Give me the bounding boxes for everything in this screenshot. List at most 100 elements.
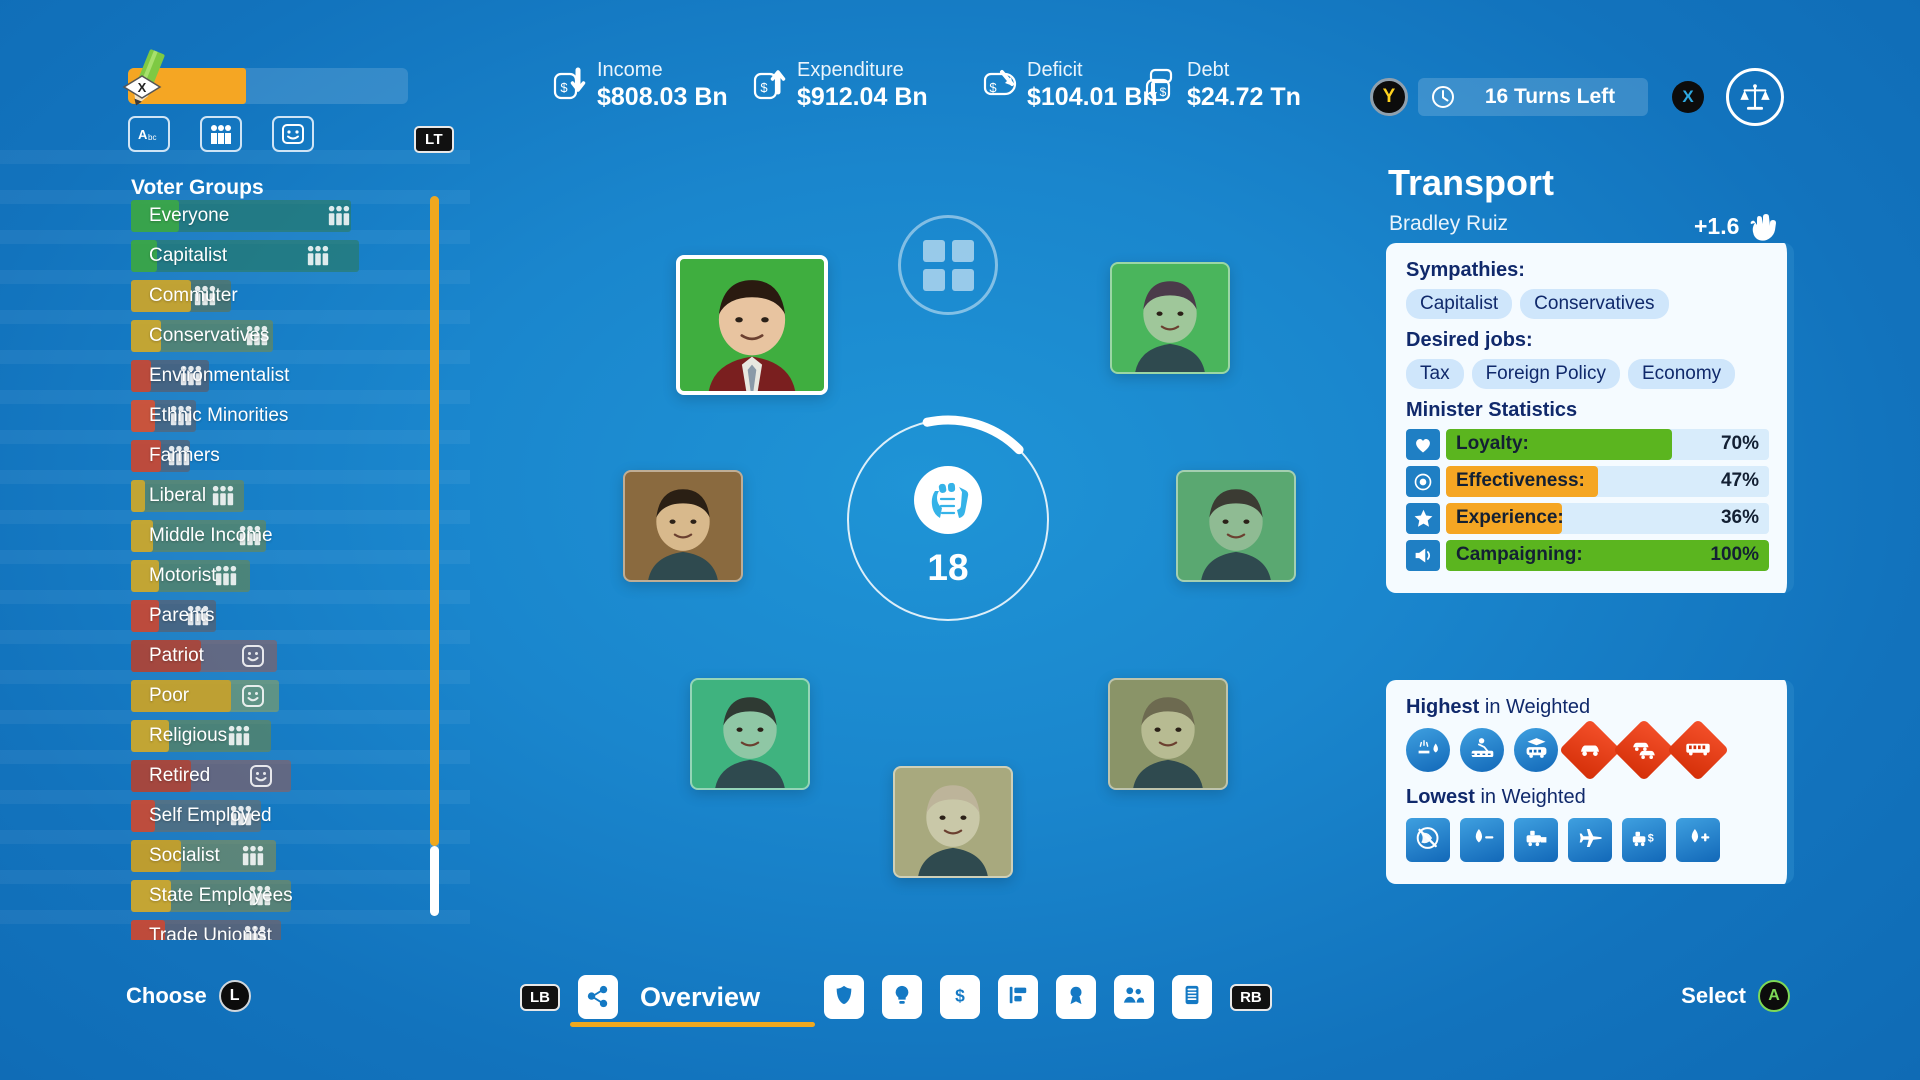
voter-group-label: Religious bbox=[149, 725, 228, 746]
scales-icon[interactable] bbox=[1726, 68, 1784, 126]
public-transport-icon[interactable] bbox=[1666, 718, 1730, 782]
voter-group-row[interactable]: Patriot bbox=[131, 640, 406, 672]
sympathies-label: Sympathies: bbox=[1406, 259, 1525, 281]
minister-portrait-5[interactable] bbox=[893, 766, 1013, 878]
voter-group-row[interactable]: Commuter bbox=[131, 280, 406, 312]
secondary-tabs[interactable]: $ bbox=[824, 975, 1213, 1019]
scrollbar-thumb[interactable] bbox=[430, 196, 439, 846]
voter-group-label: Patriot bbox=[149, 645, 204, 666]
minister-stat-label: Loyalty: bbox=[1456, 433, 1529, 454]
voter-group-row[interactable]: Trade Unionist bbox=[131, 920, 406, 940]
voter-groups-scrollbar[interactable] bbox=[430, 196, 439, 916]
grid-slot-icon bbox=[922, 239, 974, 291]
minister-stat-bar: Campaigning: 100% bbox=[1446, 540, 1769, 571]
train-cost-icon[interactable]: $ bbox=[1622, 818, 1666, 862]
people-icon bbox=[211, 484, 235, 508]
voter-group-label: Capitalist bbox=[149, 245, 228, 266]
rail-subsidy-icon[interactable] bbox=[1514, 818, 1558, 862]
tab-stats[interactable] bbox=[998, 975, 1039, 1019]
stat-deficit: $ Deficit $104.01 Bn bbox=[983, 60, 1158, 110]
voter-group-row[interactable]: Motorist bbox=[131, 560, 406, 592]
minister-stat-label: Experience: bbox=[1456, 507, 1564, 528]
road-building-icon[interactable] bbox=[1460, 728, 1504, 772]
stat-expenditure-label: Expenditure bbox=[797, 59, 904, 81]
voter-group-row[interactable]: Poor bbox=[131, 680, 406, 712]
tab-overview[interactable]: Overview bbox=[578, 975, 760, 1019]
svg-text:$: $ bbox=[955, 985, 965, 1005]
voter-groups-list[interactable]: Everyone Capitalist Commuter Conservatives E… bbox=[131, 200, 406, 940]
car-emissions-icon[interactable] bbox=[1406, 728, 1450, 772]
voter-group-row[interactable]: Retired bbox=[131, 760, 406, 792]
debt-icon: $ bbox=[1143, 66, 1177, 104]
stat-expenditure-value: $912.04 Bn bbox=[797, 83, 928, 111]
minister-stat-value: 100% bbox=[1710, 544, 1759, 565]
voter-group-row[interactable]: Conservatives bbox=[131, 320, 406, 352]
portrait-face bbox=[648, 489, 718, 580]
mood-button[interactable] bbox=[272, 116, 314, 152]
air-travel-icon-glyph bbox=[1577, 826, 1604, 855]
tab-elections[interactable] bbox=[1056, 975, 1097, 1019]
portrait-face bbox=[918, 785, 988, 876]
voter-group-row[interactable]: Everyone bbox=[131, 200, 406, 232]
voter-group-row[interactable]: Environmentalist bbox=[131, 360, 406, 392]
x-button[interactable]: X bbox=[1672, 81, 1704, 113]
voter-group-row[interactable]: Middle Income bbox=[131, 520, 406, 552]
minister-portrait-3[interactable] bbox=[1176, 470, 1296, 582]
deficit-icon: $ bbox=[983, 66, 1017, 104]
highest-in-weighted-label: Highest in Weighted bbox=[1406, 696, 1769, 719]
abc-button[interactable]: A bc bbox=[128, 116, 170, 152]
voter-group-label: Self Employed bbox=[149, 805, 272, 826]
y-button[interactable]: Y bbox=[1370, 78, 1408, 116]
minister-score: +1.6 bbox=[1694, 211, 1777, 241]
people-icon bbox=[306, 244, 330, 268]
approval-value: 18 bbox=[927, 547, 969, 588]
tab-bar[interactable]: LB Overview $ RB bbox=[520, 975, 1272, 1019]
voter-group-row[interactable]: Liberal bbox=[131, 480, 406, 512]
voter-group-row[interactable]: Socialist bbox=[131, 840, 406, 872]
minister-stat-value: 36% bbox=[1720, 507, 1759, 528]
svg-text:$: $ bbox=[760, 80, 768, 95]
minister-portrait-6[interactable] bbox=[690, 678, 810, 790]
tab-economy[interactable]: $ bbox=[940, 975, 981, 1019]
high-petrol-tax-icon[interactable] bbox=[1676, 818, 1720, 862]
voter-group-row[interactable]: Capitalist bbox=[131, 240, 406, 272]
tab-voters[interactable] bbox=[1114, 975, 1155, 1019]
approval-ring[interactable]: 18 bbox=[843, 415, 1053, 625]
voter-group-row[interactable]: Religious bbox=[131, 720, 406, 752]
clock-icon bbox=[1430, 84, 1456, 110]
svg-text:$: $ bbox=[560, 80, 568, 95]
tab-ideas[interactable] bbox=[882, 975, 923, 1019]
stat-debt-value: $24.72 Tn bbox=[1187, 83, 1301, 111]
voter-group-row[interactable]: State Employees bbox=[131, 880, 406, 912]
voter-group-label: Middle Income bbox=[149, 525, 273, 546]
desired-jobs-label: Desired jobs: bbox=[1406, 329, 1533, 351]
air-travel-icon[interactable] bbox=[1568, 818, 1612, 862]
empty-cabinet-slot[interactable] bbox=[898, 215, 998, 315]
a-button[interactable]: A bbox=[1758, 980, 1790, 1012]
svg-text:X: X bbox=[138, 80, 147, 95]
stat-income: $ Income $808.03 Bn bbox=[553, 60, 728, 110]
voter-group-row[interactable]: Farmers bbox=[131, 440, 406, 472]
minister-portrait-2[interactable] bbox=[1110, 262, 1230, 374]
lb-bumper-badge: LB bbox=[520, 983, 560, 1011]
voter-group-row[interactable]: Parents bbox=[131, 600, 406, 632]
bus-lanes-icon[interactable] bbox=[1514, 728, 1558, 772]
low-petrol-tax-icon[interactable] bbox=[1460, 818, 1504, 862]
voter-group-row[interactable]: Self Employed bbox=[131, 800, 406, 832]
l-button[interactable]: L bbox=[218, 980, 251, 1012]
car-usage-icon[interactable] bbox=[1558, 718, 1622, 782]
voter-group-row[interactable]: Ethnic Minorities bbox=[131, 400, 406, 432]
minister-portrait-1[interactable] bbox=[676, 255, 828, 395]
tab-reports[interactable] bbox=[1172, 975, 1213, 1019]
traffic-congestion-icon-glyph bbox=[1631, 736, 1658, 765]
turn-counter-area: Y 16 Turns Left X bbox=[1370, 68, 1784, 126]
turns-left-pill[interactable]: 16 Turns Left bbox=[1418, 78, 1648, 116]
no-fishing-icon[interactable] bbox=[1406, 818, 1450, 862]
stat-income-value: $808.03 Bn bbox=[597, 83, 728, 111]
minister-portrait-4[interactable] bbox=[1108, 678, 1228, 790]
minister-portrait-7[interactable] bbox=[623, 470, 743, 582]
traffic-congestion-icon[interactable] bbox=[1612, 718, 1676, 782]
scrollbar-thumb-secondary[interactable] bbox=[430, 846, 439, 916]
tab-policies[interactable] bbox=[824, 975, 865, 1019]
voter-groups-button[interactable] bbox=[200, 116, 242, 152]
